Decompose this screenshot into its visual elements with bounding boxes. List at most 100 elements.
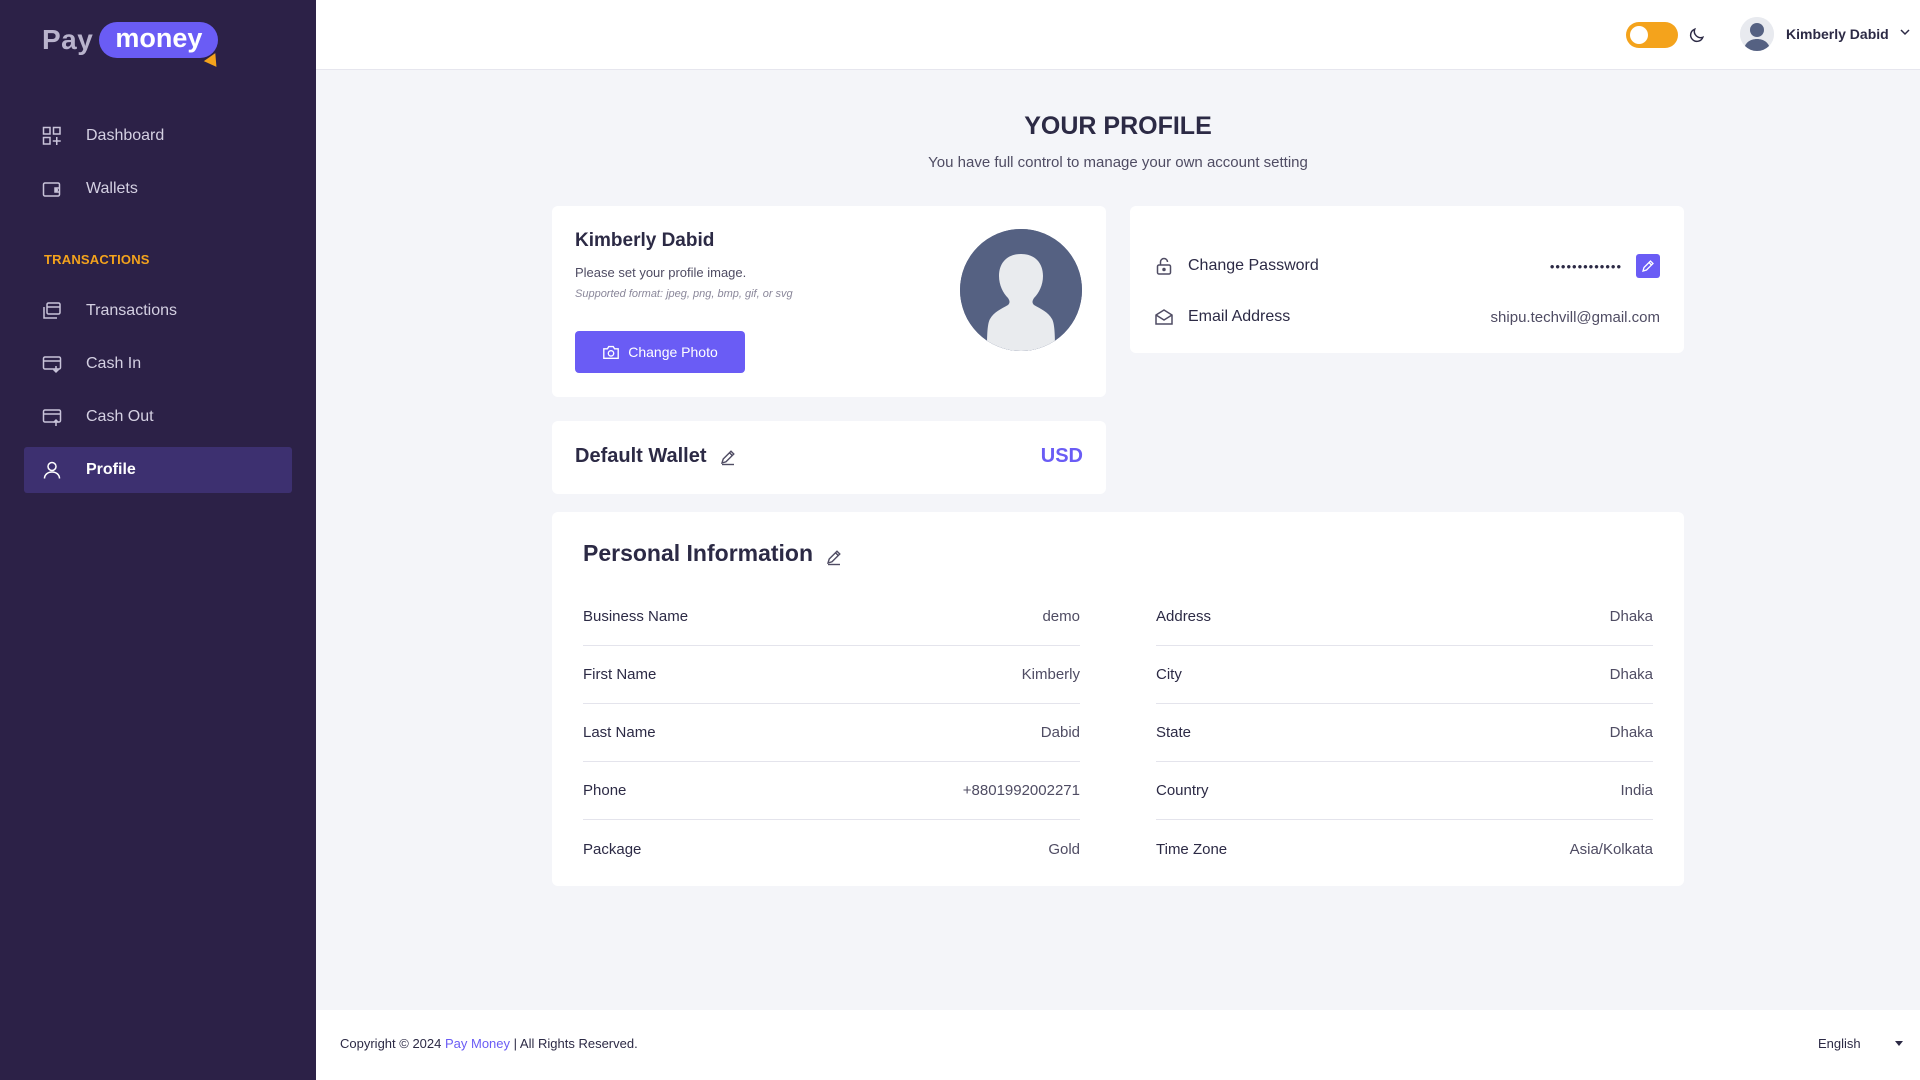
pencil-icon[interactable] — [825, 545, 843, 565]
sidebar-item-profile[interactable]: Profile — [24, 447, 292, 493]
info-key: Phone — [583, 782, 627, 799]
info-value: +8801992002271 — [962, 782, 1080, 799]
sidebar-item-label: Cash Out — [86, 408, 154, 425]
change-password-row: Change Password ••••••••••••• — [1154, 251, 1660, 281]
personal-information-title: Personal Information — [583, 540, 843, 567]
password-mask: ••••••••••••• — [1549, 258, 1622, 274]
copyright-suffix: | All Rights Reserved. — [513, 1036, 638, 1051]
info-value: Dabid — [1040, 724, 1080, 741]
sidebar-item-label: Cash In — [86, 355, 142, 372]
default-wallet-title: Default Wallet — [575, 445, 737, 468]
profile-card: Kimberly Dabid Please set your profile i… — [552, 206, 1106, 397]
sidebar-section-transactions: TRANSACTIONS — [44, 252, 150, 267]
sidebar-item-transactions[interactable]: Transactions — [24, 288, 292, 334]
theme-toggle[interactable] — [1626, 22, 1678, 48]
language-value: English — [1818, 1036, 1861, 1051]
profile-image-hint: Please set your profile image. — [575, 265, 747, 280]
language-select[interactable]: English — [1818, 1036, 1903, 1051]
info-row: First Name Kimberly — [583, 646, 1080, 704]
edit-password-button[interactable] — [1636, 254, 1660, 278]
cash-in-icon — [42, 354, 62, 374]
page-subtitle: You have full control to manage your own… — [928, 154, 1308, 171]
sidebar-item-cash-out[interactable]: Cash Out — [24, 394, 292, 440]
supported-formats: Supported format: jpeg, png, bmp, gif, o… — [575, 288, 793, 300]
profile-avatar[interactable] — [960, 229, 1082, 351]
logo-cursor-icon — [204, 53, 223, 71]
default-wallet-label: Default Wallet — [575, 445, 707, 467]
change-password-label: Change Password — [1188, 257, 1319, 274]
info-key: Package — [583, 840, 642, 858]
logo-word-money-text: money — [115, 23, 203, 53]
sidebar-item-label: Wallets — [86, 180, 138, 197]
topbar — [316, 0, 1920, 70]
sidebar-item-cash-in[interactable]: Cash In — [24, 341, 292, 387]
info-key: Country — [1156, 782, 1209, 799]
chevron-down-icon — [1899, 25, 1911, 43]
info-value: Dhaka — [1609, 724, 1653, 741]
sidebar: Pay money Dashboard Wallets TRANSACTIONS… — [0, 0, 316, 1080]
user-icon — [42, 460, 62, 480]
info-row: Country India — [1156, 762, 1653, 820]
info-row: Phone +8801992002271 — [583, 762, 1080, 820]
info-row: Time Zone Asia/Kolkata — [1156, 820, 1653, 878]
info-row: Address Dhaka — [1156, 588, 1653, 646]
personal-information-label: Personal Information — [583, 540, 814, 566]
copyright: Copyright © 2024 Pay Money | All Rights … — [340, 1036, 638, 1051]
default-wallet-currency: USD — [1040, 445, 1083, 467]
change-photo-button[interactable]: Change Photo — [575, 331, 745, 373]
info-key: First Name — [583, 666, 657, 683]
info-row: City Dhaka — [1156, 646, 1653, 704]
logo-word-pay: Pay — [42, 24, 94, 55]
sidebar-item-label: Profile — [86, 461, 136, 478]
transactions-icon — [42, 301, 62, 321]
email-value: shipu.techvill@gmail.com — [1490, 308, 1660, 326]
copyright-prefix: Copyright © 2024 — [340, 1036, 442, 1051]
theme-toggle-knob — [1630, 26, 1648, 44]
cash-out-icon — [42, 407, 62, 427]
info-row: State Dhaka — [1156, 704, 1653, 762]
profile-name: Kimberly Dabid — [575, 230, 715, 251]
info-value: India — [1620, 782, 1653, 799]
envelope-icon — [1154, 307, 1174, 327]
info-value: Gold — [1048, 840, 1080, 858]
footer: Copyright © 2024 Pay Money | All Rights … — [316, 1010, 1920, 1080]
info-value: Dhaka — [1609, 608, 1653, 625]
change-photo-label: Change Photo — [628, 344, 718, 360]
email-label: Email Address — [1188, 308, 1291, 325]
info-row: Last Name Dabid — [583, 704, 1080, 762]
sidebar-item-dashboard[interactable]: Dashboard — [24, 113, 292, 159]
moon-icon[interactable] — [1688, 26, 1706, 44]
personal-info-left-column: Business Name demo First Name Kimberly L… — [583, 588, 1080, 878]
brand-link[interactable]: Pay Money — [445, 1036, 510, 1051]
paymoney-logo[interactable]: Pay money — [42, 20, 223, 71]
default-wallet-card: Default Wallet USD — [552, 421, 1106, 494]
caret-down-icon — [1894, 1041, 1903, 1046]
info-value: Dhaka — [1609, 666, 1653, 683]
email-row: Email Address shipu.techvill@gmail.com — [1154, 302, 1660, 332]
sidebar-item-label: Dashboard — [86, 127, 165, 144]
dashboard-icon — [42, 126, 62, 146]
sidebar-item-label: Transactions — [86, 302, 177, 319]
user-menu[interactable]: Kimberly Dabid — [1740, 17, 1911, 51]
sidebar-item-wallets[interactable]: Wallets — [24, 166, 292, 212]
personal-info-right-column: Address Dhaka City Dhaka State Dhaka Cou… — [1156, 588, 1653, 878]
security-card: Change Password ••••••••••••• Email Addr… — [1130, 206, 1684, 353]
page-title: YOUR PROFILE — [1024, 112, 1212, 140]
camera-icon — [602, 343, 620, 361]
info-value: Asia/Kolkata — [1569, 840, 1653, 858]
info-key: Last Name — [583, 724, 656, 741]
avatar — [1740, 17, 1774, 51]
user-name: Kimberly Dabid — [1786, 26, 1889, 42]
pencil-icon[interactable] — [719, 448, 737, 466]
info-row: Package Gold — [583, 820, 1080, 878]
info-value: Kimberly — [1021, 666, 1080, 683]
info-key: Address — [1156, 608, 1212, 625]
lock-icon — [1154, 256, 1174, 276]
info-key: State — [1156, 724, 1192, 741]
logo-word-money: money — [99, 22, 223, 71]
wallet-icon — [42, 179, 62, 199]
info-key: City — [1156, 666, 1182, 683]
info-value: demo — [1042, 608, 1080, 625]
personal-information-card: Personal Information Business Name demo … — [552, 512, 1684, 886]
info-key: Time Zone — [1156, 840, 1228, 858]
